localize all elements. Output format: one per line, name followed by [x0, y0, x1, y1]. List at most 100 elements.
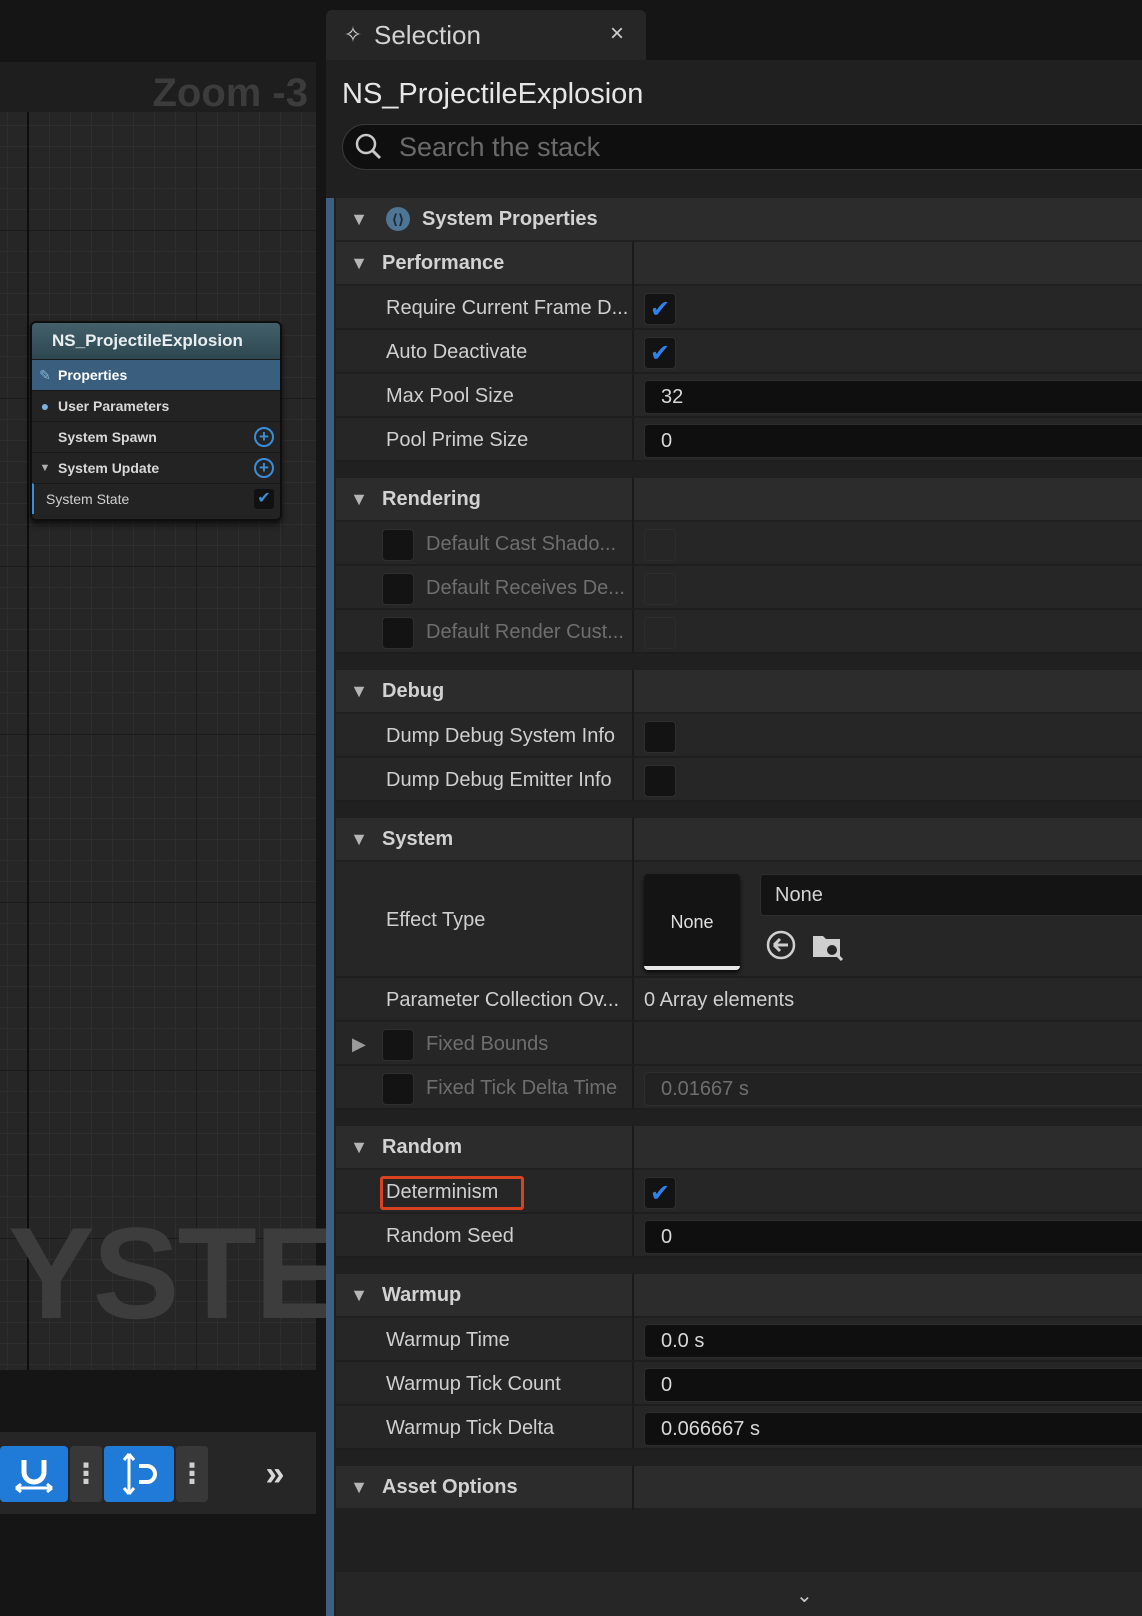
determinism-checkbox[interactable]: ✔ [644, 1177, 676, 1209]
pencil-icon: ✎ [39, 366, 51, 383]
search-box[interactable] [342, 124, 1142, 170]
graph-origin-line [27, 62, 29, 1370]
property-label: Default Receives De... [426, 577, 625, 599]
property-max-pool-size: Max Pool Size 32 [336, 374, 1142, 418]
node-row-system-spawn[interactable]: System Spawn + [32, 421, 280, 452]
vertical-snap-options-button[interactable]: ⋮ [176, 1446, 208, 1502]
property-auto-deactivate: Auto Deactivate ✔ [336, 330, 1142, 374]
chevron-down-icon[interactable]: ⌄ [796, 1583, 813, 1608]
magnet-options-button[interactable]: ⋮ [70, 1446, 102, 1502]
category-warmup[interactable]: ▼ Warmup [336, 1274, 1142, 1318]
system-node-title[interactable]: NS_ProjectileExplosion [32, 323, 280, 359]
add-module-icon[interactable]: + [254, 427, 274, 447]
asset-title: NS_ProjectileExplosion [342, 78, 644, 110]
fixed-tick-delta-input: 0.01667 s [644, 1072, 1142, 1106]
property-label: Effect Type [386, 909, 486, 931]
category-asset-options[interactable]: ▼ Asset Options [336, 1466, 1142, 1510]
user-icon: ● [40, 398, 50, 414]
thumbnail-label: None [670, 912, 714, 932]
selection-panel: NS_ProjectileExplosion ▼ ⟨⟩ System Prope… [326, 60, 1142, 1616]
category-label: Performance [382, 251, 505, 274]
zoom-label: Zoom -3 [152, 71, 308, 115]
category-debug[interactable]: ▼ Debug [336, 670, 1142, 714]
warmup-tick-count-input[interactable]: 0 [644, 1368, 1142, 1402]
property-require-current-frame: Require Current Frame D... ✔ [336, 286, 1142, 330]
collapse-arrow-icon[interactable]: ▼ [336, 1477, 382, 1498]
effect-type-thumbnail[interactable]: None [644, 874, 740, 970]
override-receives-decals-checkbox[interactable] [382, 573, 414, 605]
collapse-arrow-icon[interactable]: ▼ [32, 462, 58, 474]
property-dump-debug-system: Dump Debug System Info [336, 714, 1142, 758]
module-enabled-checkbox[interactable]: ✔ [254, 489, 274, 509]
property-label: Fixed Tick Delta Time [426, 1077, 618, 1099]
category-label: Warmup [382, 1283, 462, 1306]
cast-shadow-checkbox [644, 529, 676, 561]
expand-arrow-icon[interactable]: ▶ [352, 1022, 366, 1066]
collapse-arrow-icon[interactable]: ▼ [336, 829, 382, 850]
auto-deactivate-checkbox[interactable]: ✔ [644, 337, 676, 369]
scroll-more-bar[interactable]: ⌄ [336, 1572, 1142, 1616]
property-label: Warmup Tick Count [386, 1373, 561, 1395]
collapse-arrow-icon[interactable]: ▼ [336, 681, 382, 702]
search-input[interactable] [399, 129, 1099, 165]
property-label: Parameter Collection Ov... [386, 989, 620, 1011]
node-row-system-update[interactable]: ▼ System Update + [32, 452, 280, 483]
tab-selection[interactable]: ✧ Selection × [326, 10, 646, 60]
add-module-icon[interactable]: + [254, 458, 274, 478]
category-rendering[interactable]: ▼ Rendering [336, 478, 1142, 522]
effect-type-asset-picker[interactable]: None [760, 874, 1142, 916]
vertical-snap-icon [122, 1453, 157, 1495]
node-row-system-state[interactable]: System State ✔ [32, 483, 280, 514]
selection-accent-bar [326, 198, 334, 1616]
dump-debug-system-checkbox[interactable] [644, 721, 676, 753]
graph-canvas[interactable] [0, 62, 316, 1370]
property-warmup-tick-delta: Warmup Tick Delta 0.066667 s [336, 1406, 1142, 1450]
use-selected-asset-icon[interactable] [764, 928, 798, 962]
category-label: Asset Options [382, 1475, 518, 1498]
browse-asset-icon[interactable] [810, 928, 844, 962]
node-row-label: Properties [58, 367, 128, 383]
property-default-render-custom: Default Render Cust... [336, 610, 1142, 654]
warmup-time-input[interactable]: 0.0 s [644, 1324, 1142, 1358]
override-fixed-tick-checkbox[interactable] [382, 1073, 414, 1105]
property-fixed-bounds: ▶ Fixed Bounds [336, 1022, 1142, 1066]
max-pool-size-input[interactable]: 32 [644, 380, 1142, 414]
property-default-receives-decals: Default Receives De... [336, 566, 1142, 610]
category-label: System [382, 827, 454, 850]
category-performance[interactable]: ▼ Performance [336, 242, 1142, 286]
property-parameter-collection: Parameter Collection Ov... 0 Array eleme… [336, 978, 1142, 1022]
node-row-properties[interactable]: ✎ Properties [32, 359, 280, 390]
category-label: System Properties [422, 207, 598, 230]
collapse-arrow-icon[interactable]: ▼ [336, 489, 382, 510]
property-determinism: Determinism ✔ [336, 1170, 1142, 1214]
node-row-user-parameters[interactable]: ● User Parameters [32, 390, 280, 421]
warmup-tick-delta-input[interactable]: 0.066667 s [644, 1412, 1142, 1446]
override-fixed-bounds-checkbox[interactable] [382, 1029, 414, 1061]
category-system-properties[interactable]: ▼ ⟨⟩ System Properties [336, 198, 1142, 242]
random-seed-input[interactable]: 0 [644, 1220, 1142, 1254]
category-random[interactable]: ▼ Random [336, 1126, 1142, 1170]
override-render-custom-checkbox[interactable] [382, 617, 414, 649]
tab-title: Selection [374, 19, 481, 50]
collapse-arrow-icon[interactable]: ▼ [336, 1137, 382, 1158]
collapse-arrow-icon[interactable]: ▼ [336, 253, 382, 274]
category-label: Random [382, 1135, 462, 1158]
vertical-snap-button[interactable] [104, 1446, 174, 1502]
node-row-label: User Parameters [58, 398, 170, 414]
search-icon [355, 133, 382, 160]
override-cast-shadow-checkbox[interactable] [382, 529, 414, 561]
magnet-snap-button[interactable] [0, 1446, 68, 1502]
pool-prime-size-input[interactable]: 0 [644, 424, 1142, 458]
close-tab-icon[interactable]: × [610, 20, 624, 48]
property-dump-debug-emitter: Dump Debug Emitter Info [336, 758, 1142, 802]
category-system[interactable]: ▼ System [336, 818, 1142, 862]
node-row-label: System Spawn [58, 429, 157, 445]
require-current-frame-checkbox[interactable]: ✔ [644, 293, 676, 325]
double-chevron-right-icon[interactable]: » [250, 1446, 300, 1502]
collapse-arrow-icon[interactable]: ▼ [336, 1285, 382, 1306]
property-label: Dump Debug Emitter Info [386, 769, 612, 791]
collapse-arrow-icon[interactable]: ▼ [336, 209, 382, 230]
graph-header: Zoom -3 [0, 62, 316, 115]
dump-debug-emitter-checkbox[interactable] [644, 765, 676, 797]
system-node[interactable]: NS_ProjectileExplosion ✎ Properties ● Us… [30, 321, 282, 521]
